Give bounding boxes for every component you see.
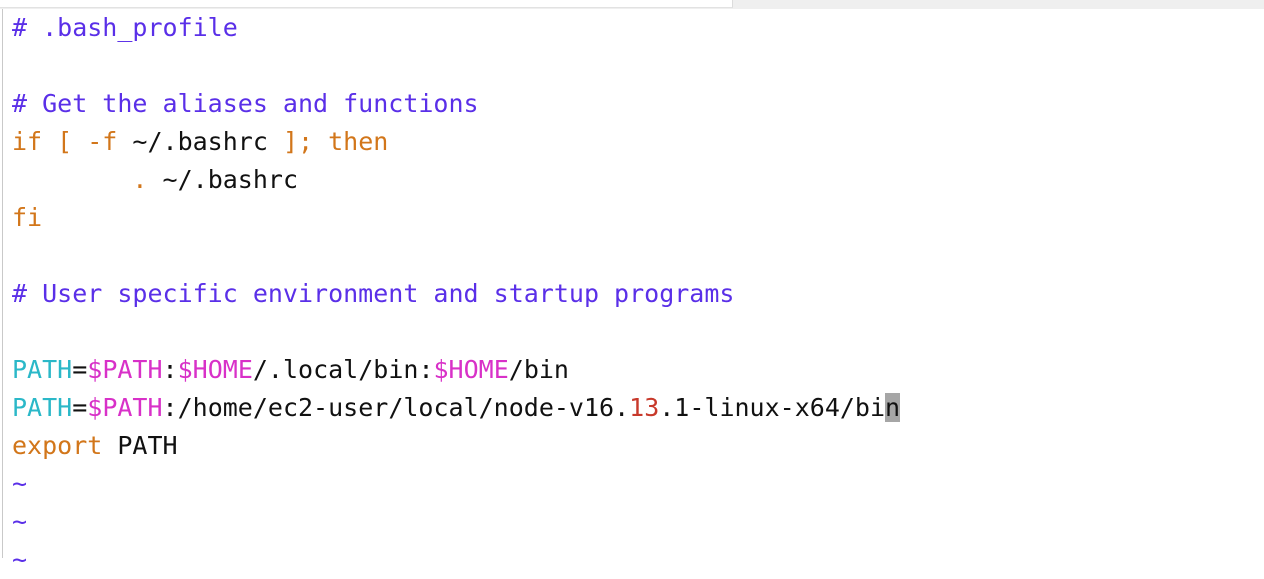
code-line[interactable]: . ~/.bashrc	[3, 161, 1264, 199]
code-token-plain: :/home/ec2-user/local/node-v16.	[162, 393, 630, 422]
code-line[interactable]: fi	[3, 199, 1264, 237]
code-token-keyword: if [ -f	[12, 127, 133, 156]
code-line-blank[interactable]	[3, 237, 1264, 275]
block-cursor[interactable]: n	[885, 393, 901, 422]
code-line[interactable]: # .bash_profile	[3, 9, 1264, 47]
empty-line-tilde-marker: ~	[12, 507, 28, 536]
code-token-number-highlight: 13	[629, 393, 660, 422]
code-token-variable-expansion: $PATH	[87, 355, 163, 384]
code-line-blank[interactable]	[3, 47, 1264, 85]
code-token-variable-name: PATH	[12, 355, 73, 384]
code-token-keyword: .	[132, 165, 148, 194]
code-token-keyword: export	[12, 431, 103, 460]
code-line-blank[interactable]	[3, 313, 1264, 351]
code-token-variable-expansion: $HOME	[177, 355, 253, 384]
code-line[interactable]: # Get the aliases and functions	[3, 85, 1264, 123]
window-chrome-strip	[0, 0, 1264, 9]
code-token-keyword: fi	[12, 203, 43, 232]
code-token-plain: =	[72, 355, 88, 384]
code-line[interactable]: PATH=$PATH:$HOME/.local/bin:$HOME/bin	[3, 351, 1264, 389]
empty-line-tilde-marker: ~	[12, 469, 28, 498]
code-token-plain: /.local/bin:	[252, 355, 434, 384]
code-token-plain: .1-linux-x64/bi	[659, 393, 886, 422]
code-token-variable-expansion: $HOME	[433, 355, 509, 384]
code-token-plain: =	[72, 393, 88, 422]
code-token-plain: PATH	[102, 431, 178, 460]
code-token-plain: ~/.bashrc	[132, 127, 268, 156]
code-token-plain: :	[162, 355, 178, 384]
code-token-variable-expansion: $PATH	[87, 393, 163, 422]
code-line[interactable]: PATH=$PATH:/home/ec2-user/local/node-v16…	[3, 389, 1264, 427]
code-token-plain: /bin	[508, 355, 569, 384]
code-token-comment: # .bash_profile	[12, 13, 238, 42]
editor-buffer[interactable]: # .bash_profile # Get the aliases and fu…	[3, 9, 1264, 574]
code-line[interactable]: if [ -f ~/.bashrc ]; then	[3, 123, 1264, 161]
code-token-keyword: ]; then	[267, 127, 389, 156]
code-token-comment: # User specific environment and startup …	[12, 279, 735, 308]
code-token-variable-name: PATH	[12, 393, 73, 422]
code-line[interactable]: ~	[3, 465, 1264, 503]
window-chrome-strip-active-pane	[0, 0, 733, 8]
empty-line-tilde-marker: ~	[12, 545, 28, 574]
code-line[interactable]: export PATH	[3, 427, 1264, 465]
code-line[interactable]: # User specific environment and startup …	[3, 275, 1264, 313]
code-token-comment: # Get the aliases and functions	[12, 89, 479, 118]
code-line[interactable]: ~	[3, 541, 1264, 579]
code-token-plain: ~/.bashrc	[147, 165, 298, 194]
code-line[interactable]: ~	[3, 503, 1264, 541]
